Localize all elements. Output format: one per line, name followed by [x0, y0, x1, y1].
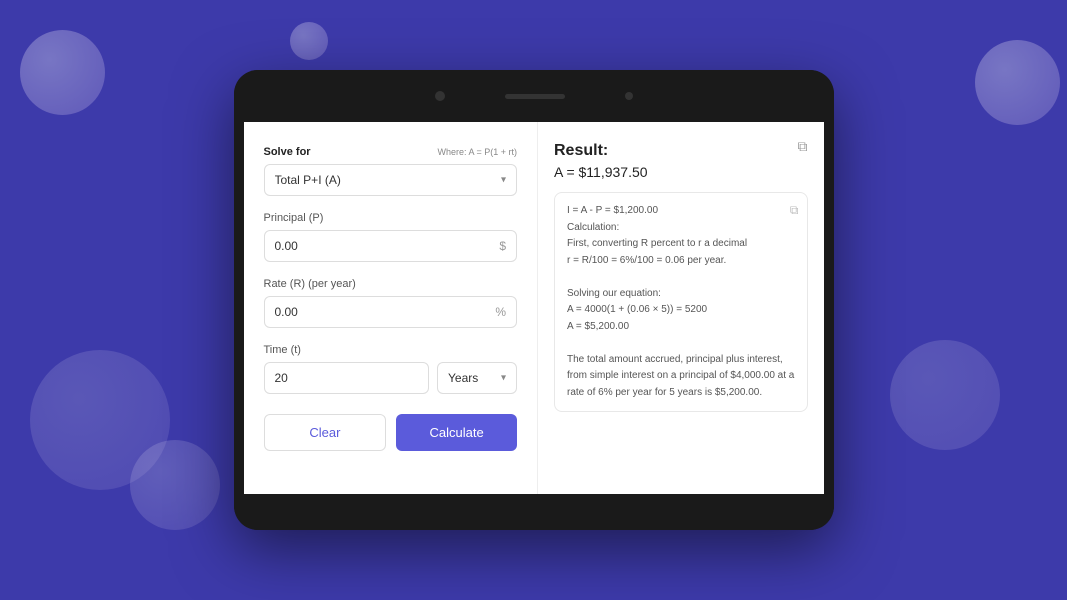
bg-circle-1: [20, 30, 105, 115]
rate-input[interactable]: [265, 297, 517, 327]
result-value: A = $11,937.50: [554, 164, 808, 180]
time-unit-wrapper[interactable]: Years Months Days ▾: [437, 362, 517, 394]
detail-line1: I = A - P = $1,200.00: [567, 205, 658, 216]
detail-line7: A = 4000(1 + (0.06 × 5)) = 5200: [567, 304, 707, 315]
copy-icon[interactable]: ⧉: [798, 138, 808, 155]
solve-for-header: Solve for Where: A = P(1 + rt): [264, 146, 518, 158]
bg-circle-5: [130, 440, 220, 530]
detail-line3: First, converting R percent to r a decim…: [567, 238, 747, 249]
rate-suffix: %: [495, 305, 506, 319]
detail-box: ⧉ I = A - P = $1,200.00 Calculation: Fir…: [554, 192, 808, 412]
app-content: Solve for Where: A = P(1 + rt) Total P+I…: [244, 122, 824, 494]
result-header: Result:: [554, 142, 808, 160]
solve-for-title: Solve for: [264, 146, 311, 158]
calculate-button[interactable]: Calculate: [396, 414, 517, 451]
principal-suffix: $: [499, 239, 506, 253]
bg-circle-4: [30, 350, 170, 490]
time-input[interactable]: [265, 363, 429, 393]
bg-circle-2: [290, 22, 328, 60]
time-row: Years Months Days ▾: [264, 362, 518, 394]
detail-line10: The total amount accrued, principal plus…: [567, 354, 794, 398]
principal-label: Principal (P): [264, 212, 518, 224]
tablet-top-bar: [234, 70, 834, 122]
bg-circle-3: [975, 40, 1060, 125]
detail-line2: Calculation:: [567, 222, 619, 233]
bg-circle-6: [890, 340, 1000, 450]
clear-button[interactable]: Clear: [264, 414, 387, 451]
rate-label: Rate (R) (per year): [264, 278, 518, 290]
detail-line6: Solving our equation:: [567, 288, 661, 299]
mic-dot: [625, 92, 633, 100]
time-input-wrapper[interactable]: [264, 362, 430, 394]
principal-input-wrapper[interactable]: $: [264, 230, 518, 262]
tablet-frame: Solve for Where: A = P(1 + rt) Total P+I…: [234, 70, 834, 530]
time-label: Time (t): [264, 344, 518, 356]
principal-group: Principal (P) $: [264, 212, 518, 262]
rate-group: Rate (R) (per year) %: [264, 278, 518, 328]
detail-line8: A = $5,200.00: [567, 321, 629, 332]
tablet-bottom-bar: [234, 494, 834, 530]
buttons-row: Clear Calculate: [264, 414, 518, 451]
left-panel: Solve for Where: A = P(1 + rt) Total P+I…: [244, 122, 539, 494]
right-panel: ⧉ Result: A = $11,937.50 ⧉ I = A - P = $…: [538, 122, 824, 494]
solve-for-select-wrapper[interactable]: Total P+I (A) Principal (P) Rate (R) Tim…: [264, 164, 518, 196]
time-group: Time (t) Years Months Days ▾: [264, 344, 518, 394]
speaker-bar: [505, 94, 565, 99]
detail-copy-icon[interactable]: ⧉: [790, 201, 799, 220]
rate-input-wrapper[interactable]: %: [264, 296, 518, 328]
time-unit-select[interactable]: Years Months Days: [438, 363, 516, 393]
tablet-screen: Solve for Where: A = P(1 + rt) Total P+I…: [244, 122, 824, 494]
detail-text: I = A - P = $1,200.00 Calculation: First…: [567, 203, 795, 401]
solve-for-select[interactable]: Total P+I (A) Principal (P) Rate (R) Tim…: [265, 165, 517, 195]
camera-dot: [435, 91, 445, 101]
solve-for-group: Solve for Where: A = P(1 + rt) Total P+I…: [264, 146, 518, 196]
formula-hint: Where: A = P(1 + rt): [437, 147, 517, 157]
principal-input[interactable]: [265, 231, 517, 261]
detail-line4: r = R/100 = 6%/100 = 0.06 per year.: [567, 255, 726, 266]
